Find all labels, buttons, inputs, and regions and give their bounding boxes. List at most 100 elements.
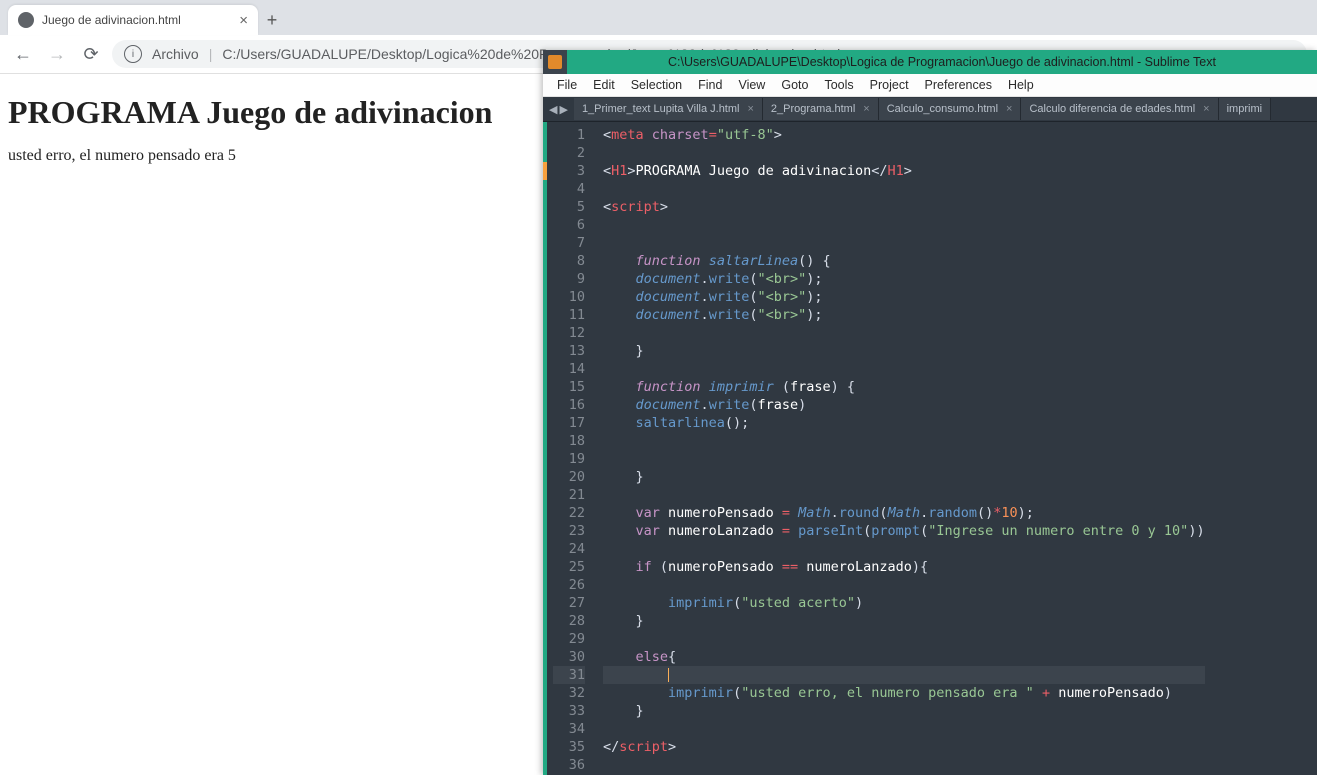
code-line[interactable]: <meta charset="utf-8"> bbox=[603, 126, 1205, 144]
sublime-titlebar[interactable]: C:\Users\GUADALUPE\Desktop\Logica de Pro… bbox=[543, 50, 1317, 74]
line-number: 29 bbox=[553, 630, 585, 648]
menu-view[interactable]: View bbox=[730, 74, 773, 96]
close-icon[interactable]: × bbox=[1203, 103, 1209, 115]
new-tab-button[interactable]: + bbox=[258, 6, 286, 34]
tab-next-icon[interactable]: ▶ bbox=[559, 103, 567, 116]
line-number: 31 bbox=[553, 666, 585, 684]
modified-marker-icon bbox=[543, 162, 547, 180]
editor-code-area[interactable]: <meta charset="utf-8"> <H1>PROGRAMA Juego… bbox=[595, 122, 1205, 775]
code-line[interactable]: var numeroLanzado = parseInt(prompt("Ing… bbox=[603, 522, 1205, 540]
editor-tab[interactable]: Calculo_consumo.html× bbox=[879, 98, 1022, 120]
code-line[interactable]: </script> bbox=[603, 738, 1205, 756]
code-line[interactable] bbox=[603, 450, 1205, 468]
browser-tab[interactable]: Juego de adivinacion.html × bbox=[8, 5, 258, 35]
code-line[interactable]: imprimir("usted erro, el numero pensado … bbox=[603, 684, 1205, 702]
line-number: 25 bbox=[553, 558, 585, 576]
code-line[interactable]: var numeroPensado = Math.round(Math.rand… bbox=[603, 504, 1205, 522]
globe-icon bbox=[18, 12, 34, 28]
code-line[interactable]: <script> bbox=[603, 198, 1205, 216]
line-number: 28 bbox=[553, 612, 585, 630]
code-line[interactable]: document.write("<br>"); bbox=[603, 270, 1205, 288]
line-number: 17 bbox=[553, 414, 585, 432]
line-number: 35 bbox=[553, 738, 585, 756]
sublime-tabbar: ◀ ▶ 1_Primer_text Lupita Villa J.html×2_… bbox=[543, 97, 1317, 122]
tab-prev-icon[interactable]: ◀ bbox=[549, 103, 557, 116]
code-line[interactable]: } bbox=[603, 702, 1205, 720]
code-line[interactable] bbox=[603, 360, 1205, 378]
editor-tab-label: imprimi bbox=[1227, 103, 1262, 115]
code-line[interactable] bbox=[603, 324, 1205, 342]
menu-project[interactable]: Project bbox=[862, 74, 917, 96]
tab-nav-arrows[interactable]: ◀ ▶ bbox=[543, 103, 574, 116]
close-icon[interactable]: × bbox=[239, 12, 248, 29]
code-line[interactable] bbox=[603, 756, 1205, 774]
code-line[interactable] bbox=[603, 720, 1205, 738]
menu-help[interactable]: Help bbox=[1000, 74, 1042, 96]
back-button[interactable]: ← bbox=[10, 41, 36, 67]
browser-tab-title: Juego de adivinacion.html bbox=[42, 13, 181, 27]
reload-button[interactable]: ⟳ bbox=[78, 41, 104, 67]
line-number: 32 bbox=[553, 684, 585, 702]
line-number: 36 bbox=[553, 756, 585, 774]
close-icon[interactable]: × bbox=[1006, 103, 1012, 115]
sublime-editor[interactable]: 1234567891011121314151617181920212223242… bbox=[543, 122, 1317, 775]
editor-tab[interactable]: Calculo diferencia de edades.html× bbox=[1021, 98, 1218, 120]
line-number: 22 bbox=[553, 504, 585, 522]
code-line[interactable]: else{ bbox=[603, 648, 1205, 666]
code-line[interactable] bbox=[603, 576, 1205, 594]
sublime-title: C:\Users\GUADALUPE\Desktop\Logica de Pro… bbox=[567, 55, 1317, 69]
editor-tab[interactable]: 2_Programa.html× bbox=[763, 98, 879, 120]
line-number: 8 bbox=[553, 252, 585, 270]
code-line[interactable]: function imprimir (frase) { bbox=[603, 378, 1205, 396]
forward-button[interactable]: → bbox=[44, 41, 70, 67]
menu-preferences[interactable]: Preferences bbox=[917, 74, 1000, 96]
line-number: 13 bbox=[553, 342, 585, 360]
code-line[interactable]: document.write(frase) bbox=[603, 396, 1205, 414]
code-line[interactable] bbox=[603, 234, 1205, 252]
code-line[interactable] bbox=[603, 540, 1205, 558]
line-number: 33 bbox=[553, 702, 585, 720]
code-line[interactable] bbox=[603, 216, 1205, 234]
line-number: 10 bbox=[553, 288, 585, 306]
text-caret bbox=[668, 668, 669, 682]
close-icon[interactable]: × bbox=[747, 103, 753, 115]
editor-tab[interactable]: imprimi bbox=[1219, 98, 1271, 120]
code-line[interactable]: if (numeroPensado == numeroLanzado){ bbox=[603, 558, 1205, 576]
code-line[interactable]: } bbox=[603, 342, 1205, 360]
menu-file[interactable]: File bbox=[549, 74, 585, 96]
separator: | bbox=[209, 46, 213, 62]
code-line[interactable]: document.write("<br>"); bbox=[603, 288, 1205, 306]
line-number: 5 bbox=[553, 198, 585, 216]
menu-find[interactable]: Find bbox=[690, 74, 730, 96]
line-number: 18 bbox=[553, 432, 585, 450]
line-number: 16 bbox=[553, 396, 585, 414]
code-line[interactable]: } bbox=[603, 612, 1205, 630]
info-icon: i bbox=[124, 45, 142, 63]
menu-goto[interactable]: Goto bbox=[773, 74, 816, 96]
code-line[interactable]: document.write("<br>"); bbox=[603, 306, 1205, 324]
code-line[interactable]: saltarlinea(); bbox=[603, 414, 1205, 432]
editor-tab-label: 1_Primer_text Lupita Villa J.html bbox=[582, 103, 740, 115]
code-line[interactable]: } bbox=[603, 468, 1205, 486]
menu-tools[interactable]: Tools bbox=[816, 74, 861, 96]
sublime-menubar: FileEditSelectionFindViewGotoToolsProjec… bbox=[543, 74, 1317, 97]
line-number: 1 bbox=[553, 126, 585, 144]
editor-tab[interactable]: 1_Primer_text Lupita Villa J.html × bbox=[574, 98, 763, 120]
code-line[interactable]: <H1>PROGRAMA Juego de adivinacion</H1> bbox=[603, 162, 1205, 180]
line-number: 21 bbox=[553, 486, 585, 504]
code-line[interactable] bbox=[603, 486, 1205, 504]
line-number: 4 bbox=[553, 180, 585, 198]
code-line[interactable] bbox=[603, 666, 1205, 684]
code-line[interactable] bbox=[603, 432, 1205, 450]
menu-selection[interactable]: Selection bbox=[623, 74, 690, 96]
close-icon[interactable]: × bbox=[863, 103, 869, 115]
code-line[interactable] bbox=[603, 144, 1205, 162]
code-line[interactable] bbox=[603, 630, 1205, 648]
line-number: 12 bbox=[553, 324, 585, 342]
menu-edit[interactable]: Edit bbox=[585, 74, 623, 96]
sublime-window: C:\Users\GUADALUPE\Desktop\Logica de Pro… bbox=[543, 50, 1317, 775]
code-line[interactable]: imprimir("usted acerto") bbox=[603, 594, 1205, 612]
code-line[interactable]: function saltarLinea() { bbox=[603, 252, 1205, 270]
code-line[interactable] bbox=[603, 180, 1205, 198]
line-number: 11 bbox=[553, 306, 585, 324]
